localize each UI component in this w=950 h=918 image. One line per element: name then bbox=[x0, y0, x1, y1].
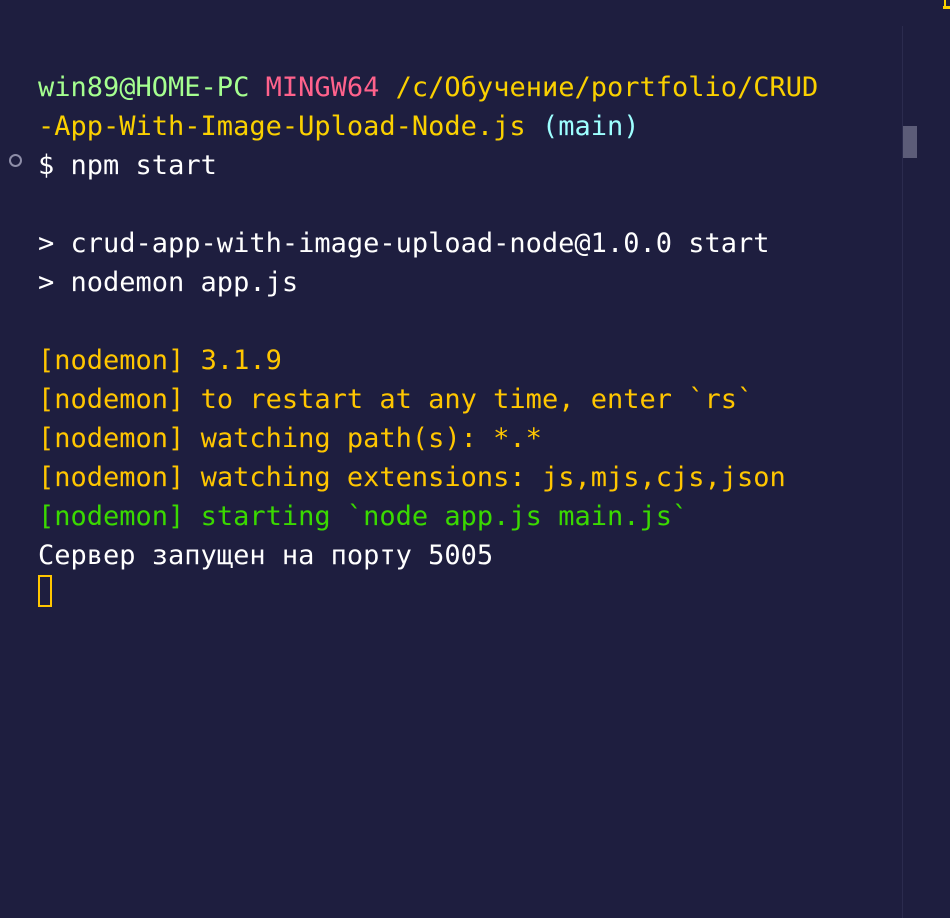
nodemon-starting: starting `node app.js main.js` bbox=[200, 501, 689, 532]
nodemon-paths-line: [nodemon] watching path(s): *.* bbox=[38, 419, 542, 458]
prompt-symbol: $ bbox=[38, 150, 55, 181]
npm-output-line-2: > nodemon app.js bbox=[38, 267, 299, 298]
prompt-line-1: win89@HOME-PC MINGW64 /c/Обучение/portfo… bbox=[38, 68, 818, 107]
nodemon-tag: [nodemon] bbox=[38, 384, 185, 415]
terminal-cursor bbox=[38, 575, 52, 607]
nodemon-watching-extensions: watching extensions: js,mjs,cjs,json bbox=[200, 462, 786, 493]
corner-marker-bar bbox=[943, 6, 950, 9]
nodemon-version-line: [nodemon] 3.1.9 bbox=[38, 341, 282, 380]
prompt-branch: (main) bbox=[541, 111, 640, 142]
prompt-path-part1: /c/Обучение/portfolio/CRUD bbox=[395, 72, 819, 103]
prompt-user-host: win89@HOME-PC bbox=[38, 72, 250, 103]
nodemon-tag: [nodemon] bbox=[38, 345, 185, 376]
server-output-line: Сервер запущен на порту 5005 bbox=[38, 540, 494, 571]
nodemon-version: 3.1.9 bbox=[200, 345, 282, 376]
nodemon-tag: [nodemon] bbox=[38, 501, 185, 532]
command-text: npm start bbox=[70, 150, 217, 181]
command-decoration-icon[interactable] bbox=[9, 154, 22, 167]
prompt-line-2: -App-With-Image-Upload-Node.js (main) bbox=[38, 107, 639, 146]
scrollbar-track[interactable] bbox=[902, 26, 950, 918]
nodemon-tag: [nodemon] bbox=[38, 423, 185, 454]
command-line: $ npm start bbox=[38, 146, 217, 185]
nodemon-watching-paths: watching path(s): *.* bbox=[200, 423, 542, 454]
nodemon-extensions-line: [nodemon] watching extensions: js,mjs,cj… bbox=[38, 458, 786, 497]
nodemon-starting-line: [nodemon] starting `node app.js main.js` bbox=[38, 497, 688, 536]
prompt-path-part2: -App-With-Image-Upload-Node.js bbox=[38, 111, 526, 142]
npm-output-line-1: > crud-app-with-image-upload-node@1.0.0 … bbox=[38, 228, 770, 259]
nodemon-restart-hint: to restart at any time, enter `rs` bbox=[200, 384, 754, 415]
nodemon-tag: [nodemon] bbox=[38, 462, 185, 493]
terminal-window[interactable]: win89@HOME-PC MINGW64 /c/Обучение/portfo… bbox=[0, 0, 950, 918]
prompt-shell: MINGW64 bbox=[265, 72, 380, 103]
nodemon-restart-line: [nodemon] to restart at any time, enter … bbox=[38, 380, 753, 419]
scrollbar-thumb[interactable] bbox=[903, 126, 917, 158]
